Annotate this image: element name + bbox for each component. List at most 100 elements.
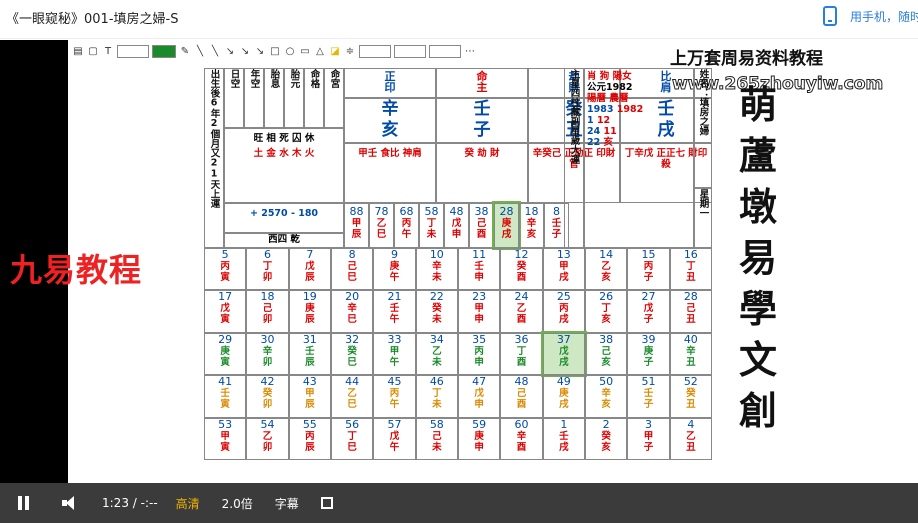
fullscreen-icon[interactable]	[320, 497, 333, 509]
offset-numbers-cell: + 2570 - 180	[224, 203, 344, 233]
quality-button[interactable]: 高清	[176, 495, 200, 512]
year-cell: 23 甲申	[458, 290, 501, 333]
phone-icon[interactable]	[823, 6, 837, 26]
bazi-chart: 出生後6年2個月又21天上運 日空 年空 胎息 胎元 命格 命宮旺 相 死 囚 休土 金 水…	[204, 68, 712, 460]
rect-icon: □	[270, 45, 280, 57]
vertical-char: 萌	[738, 83, 777, 127]
year-cell: 13 甲戌	[542, 248, 585, 291]
year-cell: 17 戊寅	[204, 290, 247, 333]
year-cell: 31 壬辰	[288, 332, 331, 376]
year-cell: 46 丁未	[415, 375, 458, 418]
year-cell: 34 乙未	[415, 332, 458, 376]
pillar-ganzhi-cell: 壬子	[436, 98, 528, 143]
vertical-title: 萌 蘆 墩 易 學 文 創	[728, 80, 788, 437]
year-cell: 47 戊申	[458, 375, 501, 418]
year-cell: 24 乙酉	[500, 290, 543, 333]
year-cell: 55 丙辰	[288, 417, 331, 460]
year-cell: 45 丙午	[373, 375, 416, 418]
year-cell: 51 壬子	[627, 375, 670, 418]
speed-button[interactable]: 2.0倍	[222, 495, 253, 512]
year-cell: 7戊辰	[288, 248, 331, 291]
footer-cell: 西四 乾	[224, 233, 344, 248]
line-style-select	[394, 44, 426, 58]
triangle-icon: △	[316, 45, 324, 57]
size-icon: ≑	[345, 45, 355, 57]
year-cell: 33 甲午	[373, 332, 416, 376]
year-cell: 8己巳	[331, 248, 374, 291]
year-cell: 52 癸丑	[669, 375, 712, 418]
volume-icon[interactable]	[62, 496, 80, 510]
year-cell: 29 庚寅	[204, 332, 247, 376]
year-cell: 44 乙巳	[331, 375, 374, 418]
year-cell: 32 癸巳	[331, 332, 374, 376]
year-cell: 10 辛未	[415, 248, 458, 291]
year-cell: 3甲子	[627, 417, 670, 460]
pause-button[interactable]	[18, 496, 32, 510]
dayun-cell: 78 乙巳	[369, 203, 394, 248]
wuxing-cell: 旺 相 死 囚 休土 金 水 木 火	[224, 128, 344, 203]
dayun-cell: 28 庚戌	[492, 201, 521, 250]
year-cell: 14 乙亥	[585, 248, 628, 291]
line-icon: ╲	[211, 45, 219, 57]
dayun-cell: 68 丙午	[394, 203, 419, 248]
name-cell: 姓名：填房之婦	[694, 68, 712, 188]
year-cell: 28 己丑	[669, 290, 712, 333]
year-cell: 50 辛亥	[585, 375, 628, 418]
line-width-select	[359, 44, 391, 58]
rect-icon: ▭	[300, 45, 310, 57]
video-player[interactable]: ▤ ▢ T ✎ ╲ ╲ ↘ ↘ ↘ □ ○ ▭ △ ◪ ≑ ⋯ 上万套周易资料教…	[0, 40, 918, 483]
weekday-cell: 星期一	[694, 188, 712, 248]
date-info-cell: 肖 狗 陽女 公元1982 陽曆 農曆 1983 1982 1 12 24 11 22 亥	[584, 68, 694, 248]
year-cell: 53 甲寅	[204, 417, 247, 460]
arrow-icon: ↘	[240, 45, 250, 57]
year-cell: 19 庚辰	[288, 290, 331, 333]
dayun-cell: 18 辛亥	[519, 203, 544, 248]
dayun-cell: 58 丁未	[419, 203, 444, 248]
year-cell: 39 庚子	[627, 332, 670, 376]
watermark-top: 上万套周易资料教程	[670, 49, 823, 69]
year-cell: 21 壬午	[373, 290, 416, 333]
dots-icon: ⋯	[465, 45, 475, 57]
phone-prompt-link[interactable]: 用手机，随时	[850, 8, 918, 25]
player-controls: 1:23 / -:-- 高清 2.0倍 字幕	[0, 483, 918, 523]
year-cell: 20 辛巳	[331, 290, 374, 333]
year-cell: 59 庚申	[458, 417, 501, 460]
hidden-stems-cell: 癸 劫 財	[436, 143, 528, 203]
pen-icon: ✎	[180, 45, 190, 57]
page-icon: ▢	[88, 45, 98, 57]
year-cell: 4乙丑	[669, 417, 712, 460]
year-cell: 38 己亥	[585, 332, 628, 376]
left-header-cell: 胎元	[284, 68, 304, 128]
year-cell: 58 己未	[415, 417, 458, 460]
year-cell: 36 丁酉	[500, 332, 543, 376]
year-cell: 2癸亥	[585, 417, 628, 460]
title-bar: 《一眼窥秘》001-填房之婦-S 用手机，随时	[0, 0, 918, 39]
year-cell: 18 己卯	[246, 290, 289, 333]
subtitle-button[interactable]: 字幕	[275, 495, 299, 512]
year-cell: 12 癸酉	[500, 248, 543, 291]
dayun-cell: 88 甲辰	[344, 203, 369, 248]
year-cell: 57 戊午	[373, 417, 416, 460]
year-cell: 40 辛丑	[669, 332, 712, 376]
year-cell: 27 戊子	[627, 290, 670, 333]
pillar-ganzhi-cell: 辛亥	[344, 98, 436, 143]
year-cell: 9庚午	[373, 248, 416, 291]
year-cell: 1壬戌	[542, 417, 585, 460]
page-title: 《一眼窥秘》001-填房之婦-S	[6, 12, 179, 27]
editor-toolbar: ▤ ▢ T ✎ ╲ ╲ ↘ ↘ ↘ □ ○ ▭ △ ◪ ≑ ⋯	[68, 42, 672, 60]
year-cell: 6丁卯	[246, 248, 289, 291]
left-header-cell: 命宮	[324, 68, 344, 128]
font-icon: T	[104, 45, 112, 57]
year-cell: 48 己酉	[500, 375, 543, 418]
time-display: 1:23 / -:--	[102, 496, 158, 510]
pillar-head-cell: 命主	[436, 68, 528, 98]
year-cell: 41 壬寅	[204, 375, 247, 418]
left-header-cell: 年空	[244, 68, 264, 128]
vertical-char: 學	[738, 287, 777, 331]
left-header-cell: 命格	[304, 68, 324, 128]
pillar-head-cell: 正印	[344, 68, 436, 98]
year-cell: 49 庚戌	[542, 375, 585, 418]
year-cell: 43 甲辰	[288, 375, 331, 418]
arrow-style-select	[429, 44, 461, 58]
dayun-cell: 38 己酉	[469, 203, 494, 248]
